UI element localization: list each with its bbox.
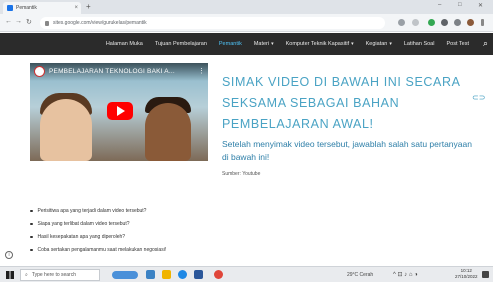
taskbar: ⌕ Type here to search 29°C Cerah ^ ⊡ ♪ ⌂… — [0, 266, 493, 282]
minimize-button[interactable]: – — [438, 2, 441, 8]
chevron-down-icon: ▾ — [271, 41, 274, 47]
taskbar-search-input[interactable]: ⌕ Type here to search — [20, 269, 100, 281]
browser-tab[interactable]: Pemantik × — [3, 2, 81, 14]
site-nav: Halaman Muka Tujuan Pembelajaran Pemanti… — [0, 33, 493, 55]
url-input[interactable]: sites.google.com/view/gurukelas/pemantik — [40, 17, 385, 29]
question-list: Perisitiwa apa yang terjadi dalam video … — [30, 208, 166, 260]
info-icon[interactable]: i — [5, 251, 13, 259]
bullet-icon — [30, 248, 33, 252]
task-view-icon[interactable] — [146, 270, 155, 279]
bullet-icon — [30, 222, 33, 226]
question-text: Hasil kesepakatan apa yang diperoleh? — [37, 234, 126, 240]
instruction-text: Setelah menyimak video tersebut, jawabla… — [222, 139, 472, 162]
maximize-button[interactable]: □ — [458, 2, 462, 8]
video-character-left — [40, 99, 92, 161]
play-button[interactable] — [107, 102, 133, 120]
bullet-icon — [30, 235, 33, 239]
notification-icon[interactable] — [482, 271, 489, 278]
nav-item-label: Kegiatan — [365, 41, 388, 47]
site-favicon-icon — [7, 5, 13, 11]
bullet-icon — [30, 209, 33, 213]
address-bar-row: ← → ↻ sites.google.com/view/gurukelas/pe… — [0, 14, 493, 32]
forward-arrow-icon[interactable]: → — [15, 18, 22, 25]
nav-item-label: Komputer Teknik Kapasitif — [285, 41, 350, 47]
extension-icon[interactable] — [441, 19, 448, 26]
clock-date: 27/10/2022 — [455, 274, 478, 279]
nav-item-materi[interactable]: Materi ▾ — [254, 41, 274, 47]
taskbar-clock[interactable]: 10:12 27/10/2022 — [455, 268, 478, 280]
channel-logo[interactable] — [34, 66, 45, 77]
word-icon[interactable] — [194, 270, 203, 279]
bookmark-star-icon[interactable] — [412, 19, 419, 26]
edge-browser-icon[interactable] — [178, 270, 187, 279]
nav-item-komputer[interactable]: Komputer Teknik Kapasitif ▾ — [286, 41, 354, 47]
question-text: Coba sertakan pengalamanmu saat melakuka… — [37, 247, 167, 253]
search-icon[interactable]: ⌕ — [483, 38, 488, 49]
lock-icon — [45, 20, 49, 26]
nav-item-halaman-muka[interactable]: Halaman Muka — [106, 41, 143, 47]
extension-icon[interactable] — [428, 19, 435, 26]
search-icon: ⌕ — [25, 272, 28, 278]
nav-item-tujuan-pembelajaran[interactable]: Tujuan Pembelajaran — [155, 41, 207, 47]
list-item: Hasil kesepakatan apa yang diperoleh? — [30, 234, 166, 240]
cortana-icon[interactable] — [112, 271, 138, 279]
embedded-video[interactable]: PEMBELAJARAN TEKNOLOGI BAKI A... ⋮ — [30, 63, 208, 161]
chevron-down-icon: ▾ — [389, 41, 392, 47]
menu-dots-icon[interactable] — [481, 19, 484, 26]
nav-item-kegiatan[interactable]: Kegiatan ▾ — [366, 41, 392, 47]
puzzle-icon[interactable] — [454, 19, 461, 26]
system-tray-icons[interactable]: ^ ⊡ ♪ ⌂ ◑ — [393, 271, 418, 278]
nav-item-post-test[interactable]: Post Test — [446, 41, 469, 47]
new-tab-button[interactable]: + — [86, 2, 91, 11]
file-explorer-icon[interactable] — [162, 270, 171, 279]
nav-item-latihan-soal[interactable]: Latihan Soal — [404, 41, 435, 47]
nav-item-label: Materi — [253, 41, 270, 47]
video-menu-icon[interactable]: ⋮ — [198, 67, 205, 75]
profile-avatar[interactable] — [467, 19, 474, 26]
list-item: Siapa yang terlibat dalam video tersebut… — [30, 221, 166, 227]
close-window-button[interactable]: ✕ — [478, 2, 483, 9]
chrome-icon[interactable] — [214, 270, 223, 279]
question-text: Perisitiwa apa yang terjadi dalam video … — [37, 208, 147, 214]
link-icon[interactable]: ⊂⊃ — [472, 93, 485, 102]
question-text: Siapa yang terlibat dalam video tersebut… — [37, 221, 130, 227]
taskbar-search-placeholder: Type here to search — [31, 272, 77, 278]
source-caption: Sumber: Youtube — [222, 171, 261, 177]
page-heading: SIMAK VIDEO DI BAWAH INI SECARA SEKSAMA … — [222, 75, 460, 131]
close-tab-icon[interactable]: × — [74, 5, 78, 11]
list-item: Coba sertakan pengalamanmu saat melakuka… — [30, 247, 166, 253]
browser-tab-strip: Pemantik × + – □ ✕ — [0, 0, 493, 14]
weather-widget[interactable]: 29°C Cerah — [347, 272, 373, 278]
nav-item-pemantik[interactable]: Pemantik — [219, 41, 242, 47]
windows-start-icon[interactable] — [6, 271, 14, 279]
video-character-right — [145, 103, 191, 161]
url-text: sites.google.com/view/gurukelas/pemantik — [53, 20, 147, 26]
video-title[interactable]: PEMBELAJARAN TEKNOLOGI BAKI A... — [49, 68, 175, 75]
tab-title: Pemantik — [16, 5, 37, 11]
share-icon[interactable] — [398, 19, 405, 26]
list-item: Perisitiwa apa yang terjadi dalam video … — [30, 208, 166, 214]
reload-icon[interactable]: ↻ — [26, 18, 32, 26]
chevron-down-icon: ▾ — [351, 41, 354, 47]
back-arrow-icon[interactable]: ← — [5, 18, 12, 25]
